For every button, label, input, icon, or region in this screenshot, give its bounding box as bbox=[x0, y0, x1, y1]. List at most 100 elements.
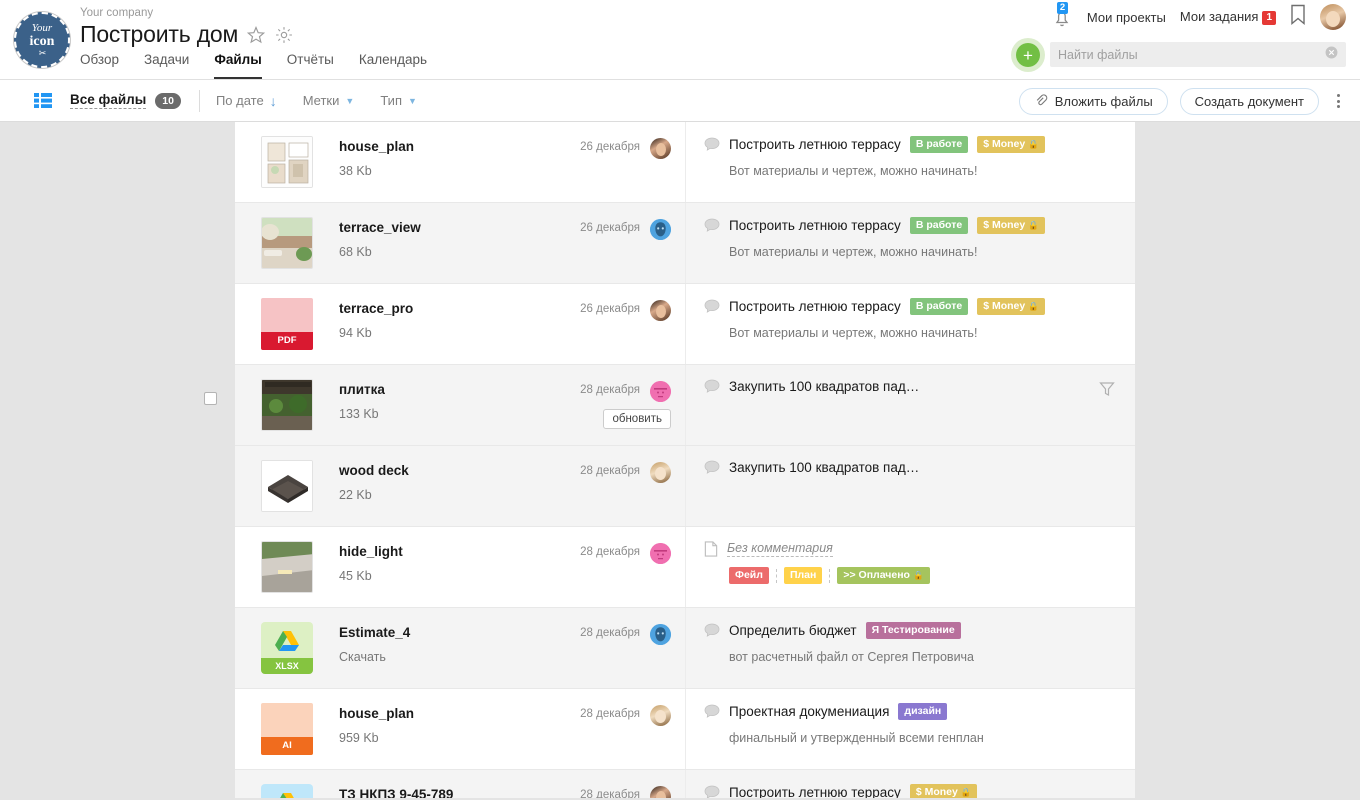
file-name[interactable]: house_plan bbox=[339, 139, 414, 154]
task-title[interactable]: Проектная докумениация bbox=[729, 704, 889, 719]
task-title[interactable]: Закупить 100 квадратов пад… bbox=[729, 460, 919, 475]
nav-item-files[interactable]: Файлы bbox=[214, 52, 262, 79]
table-row[interactable]: hide_light 45 Kb 28 декабря Без комментария… bbox=[235, 527, 1135, 608]
task-tag[interactable]: $ Money 🔒 bbox=[977, 136, 1045, 153]
file-name[interactable]: ТЗ НКПЗ 9-45-789 bbox=[339, 787, 453, 798]
task-cell[interactable]: Определить бюджет Я Тестирование вот расче… bbox=[685, 608, 1135, 688]
avatar[interactable] bbox=[650, 543, 671, 564]
file-cell[interactable]: PDF terrace_pro 94 Kb 26 декабря bbox=[235, 284, 685, 364]
table-row[interactable]: плитка 133 Kb 28 декабря обновить Закупить 1… bbox=[204, 365, 1135, 446]
task-cell[interactable]: Закупить 100 квадратов пад… bbox=[685, 446, 1135, 526]
attach-files-button[interactable]: Вложить файлы bbox=[1018, 87, 1168, 115]
task-tag[interactable]: План bbox=[783, 567, 823, 584]
clear-search-icon[interactable] bbox=[1325, 46, 1338, 64]
search-box[interactable] bbox=[1050, 42, 1346, 67]
table-row[interactable]: ТЗ НКПЗ 9-45-789 28 декабря Построить летн… bbox=[235, 770, 1135, 798]
nav-item-tasks[interactable]: Задачи bbox=[144, 52, 189, 79]
file-size[interactable]: Скачать bbox=[339, 650, 410, 664]
filter-all-files[interactable]: Все файлы bbox=[70, 92, 147, 109]
update-file-button[interactable]: обновить bbox=[603, 409, 671, 429]
create-document-button[interactable]: Создать документ bbox=[1179, 87, 1319, 115]
task-tag[interactable]: >> Оплачено 🔒 bbox=[837, 567, 930, 584]
task-tag[interactable]: Я Тестирование bbox=[865, 622, 961, 639]
user-avatar[interactable] bbox=[1320, 4, 1346, 30]
task-tag[interactable]: В работе bbox=[909, 217, 969, 234]
file-name[interactable]: house_plan bbox=[339, 706, 414, 721]
avatar[interactable] bbox=[650, 138, 671, 159]
nav-item-reports[interactable]: Отчёты bbox=[287, 52, 334, 79]
company-logo[interactable]: Your icon ✂ bbox=[14, 12, 70, 68]
avatar[interactable] bbox=[650, 624, 671, 645]
task-tag[interactable]: В работе bbox=[909, 298, 969, 315]
header-link-my-projects[interactable]: Мои проекты bbox=[1087, 10, 1166, 25]
file-thumbnail[interactable] bbox=[261, 460, 313, 512]
more-options-icon[interactable] bbox=[1331, 94, 1346, 108]
filter-type[interactable]: Тип ▼ bbox=[380, 93, 417, 108]
bookmark-icon[interactable] bbox=[1290, 4, 1306, 30]
filter-labels[interactable]: Метки ▼ bbox=[303, 93, 355, 108]
file-cell[interactable]: terrace_view 68 Kb 26 декабря bbox=[235, 203, 685, 283]
task-cell[interactable]: Построить летнюю террасу В работе $ Money 🔒… bbox=[685, 203, 1135, 283]
file-thumbnail[interactable]: PDF bbox=[261, 298, 313, 350]
file-cell[interactable]: ТЗ НКПЗ 9-45-789 28 декабря bbox=[235, 770, 685, 798]
table-row[interactable]: house_plan 38 Kb 26 декабря Построить летню… bbox=[235, 122, 1135, 203]
table-row[interactable]: terrace_view 68 Kb 26 декабря Построить лет… bbox=[235, 203, 1135, 284]
nav-item-calendar[interactable]: Календарь bbox=[359, 52, 427, 79]
avatar[interactable] bbox=[650, 381, 671, 402]
task-title[interactable]: Определить бюджет bbox=[729, 623, 857, 638]
file-cell[interactable]: AI house_plan 959 Kb 28 декабря bbox=[235, 689, 685, 769]
view-grid-icon[interactable] bbox=[34, 93, 52, 109]
table-row[interactable]: wood deck 22 Kb 28 декабря Закупить 100 ква… bbox=[235, 446, 1135, 527]
task-title[interactable]: Построить летнюю террасу bbox=[729, 137, 901, 152]
table-row[interactable]: AI house_plan 959 Kb 28 декабря Проектная до… bbox=[235, 689, 1135, 770]
task-cell[interactable]: Построить летнюю террасу В работе $ Money 🔒… bbox=[685, 284, 1135, 364]
star-icon[interactable] bbox=[246, 25, 266, 45]
file-thumbnail[interactable]: AI bbox=[261, 703, 313, 755]
file-cell[interactable]: hide_light 45 Kb 28 декабря bbox=[235, 527, 685, 607]
task-title[interactable]: Закупить 100 квадратов пад… bbox=[729, 379, 919, 394]
avatar[interactable] bbox=[650, 219, 671, 240]
task-cell[interactable]: Проектная докумениация дизайн финальный и … bbox=[685, 689, 1135, 769]
file-name[interactable]: Estimate_4 bbox=[339, 625, 410, 640]
row-checkbox[interactable] bbox=[204, 392, 217, 405]
file-cell[interactable]: плитка 133 Kb 28 декабря обновить bbox=[204, 365, 685, 445]
file-cell[interactable]: wood deck 22 Kb 28 декабря bbox=[235, 446, 685, 526]
task-tag[interactable]: дизайн bbox=[898, 703, 948, 720]
header-link-my-tasks[interactable]: Мои задания 1 bbox=[1180, 9, 1276, 25]
notifications-button[interactable]: 2 bbox=[1051, 2, 1073, 30]
task-cell[interactable]: Построить летнюю террасу $ Money 🔒 bbox=[685, 770, 1135, 798]
add-button[interactable]: + bbox=[1016, 43, 1040, 67]
avatar[interactable] bbox=[650, 786, 671, 798]
task-cell[interactable]: Закупить 100 квадратов пад… bbox=[685, 365, 1135, 445]
task-tag[interactable]: Фейл bbox=[729, 567, 769, 584]
task-tag[interactable]: $ Money 🔒 bbox=[977, 298, 1045, 315]
file-thumbnail[interactable] bbox=[261, 136, 313, 188]
nav-item-overview[interactable]: Обзор bbox=[80, 52, 119, 79]
avatar[interactable] bbox=[650, 300, 671, 321]
table-row[interactable]: XLSX Estimate_4 Скачать 28 декабря Определит… bbox=[235, 608, 1135, 689]
gear-icon[interactable] bbox=[274, 25, 294, 45]
avatar[interactable] bbox=[650, 462, 671, 483]
sort-by-date[interactable]: По дате ↓ bbox=[216, 93, 277, 109]
task-title[interactable]: Построить летнюю террасу bbox=[729, 785, 901, 798]
avatar[interactable] bbox=[650, 705, 671, 726]
file-thumbnail[interactable] bbox=[261, 217, 313, 269]
task-cell[interactable]: Построить летнюю террасу В работе $ Money 🔒… bbox=[685, 122, 1135, 202]
file-name[interactable]: плитка bbox=[339, 382, 385, 397]
file-thumbnail[interactable]: XLSX bbox=[261, 622, 313, 674]
file-cell[interactable]: XLSX Estimate_4 Скачать 28 декабря bbox=[235, 608, 685, 688]
search-input[interactable] bbox=[1058, 47, 1325, 62]
file-name[interactable]: terrace_pro bbox=[339, 301, 413, 316]
file-cell[interactable]: house_plan 38 Kb 26 декабря bbox=[235, 122, 685, 202]
task-cell[interactable]: Без комментария Фейл План >> Оплачено 🔒 bbox=[685, 527, 1135, 607]
file-name[interactable]: hide_light bbox=[339, 544, 403, 559]
task-title[interactable]: Построить летнюю террасу bbox=[729, 218, 901, 233]
task-title[interactable]: Построить летнюю террасу bbox=[729, 299, 901, 314]
task-tag[interactable]: $ Money 🔒 bbox=[909, 784, 978, 798]
table-row[interactable]: PDF terrace_pro 94 Kb 26 декабря Построить л… bbox=[235, 284, 1135, 365]
file-thumbnail[interactable] bbox=[261, 541, 313, 593]
task-tag[interactable]: В работе bbox=[909, 136, 969, 153]
file-name[interactable]: terrace_view bbox=[339, 220, 421, 235]
file-thumbnail[interactable] bbox=[261, 379, 313, 431]
file-name[interactable]: wood deck bbox=[339, 463, 409, 478]
